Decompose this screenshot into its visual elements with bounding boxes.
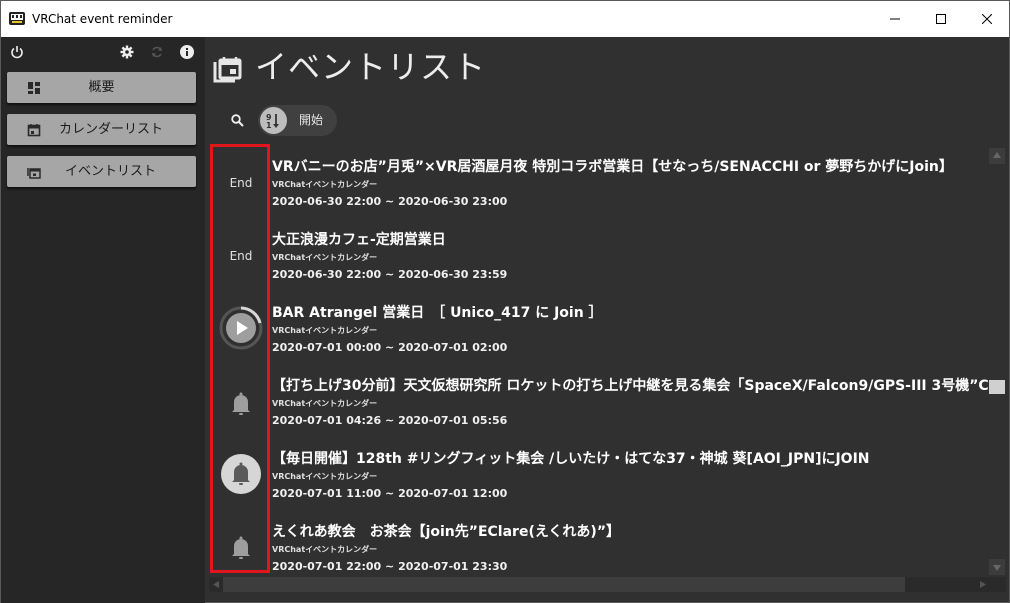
- arrow-left-icon[interactable]: [209, 577, 223, 592]
- event-list-icon: [213, 57, 242, 83]
- close-button[interactable]: [964, 1, 1010, 37]
- calendar-icon: [27, 124, 41, 137]
- list-item[interactable]: えくれあ教会 お茶会【join先”EClare(えくれあ)”】 VRChatイベ…: [210, 513, 990, 574]
- event-title: VRバニーのお店”月兎”×VR居酒屋月夜 特別コラボ営業日【せなっち/SENAC…: [272, 159, 953, 175]
- event-source: VRChatイベントカレンダー: [272, 399, 378, 408]
- event-time: 2020-07-01 11:00 ~ 2020-07-01 12:00: [272, 487, 508, 500]
- arrow-right-icon[interactable]: [976, 577, 990, 592]
- scroll-up-button[interactable]: [989, 148, 1005, 164]
- event-time: 2020-07-01 04:26 ~ 2020-07-01 05:56: [272, 414, 508, 427]
- event-title: 大正浪漫カフェ-定期営業日: [272, 232, 446, 248]
- horizontal-scrollbar[interactable]: [209, 577, 1006, 592]
- sync-icon[interactable]: [150, 45, 164, 59]
- event-title: 【毎日開催】128th #リングフィット集会 /しいたけ・はてな37・神城 葵[…: [272, 451, 870, 467]
- event-time: 2020-07-01 22:00 ~ 2020-07-01 23:30: [272, 560, 508, 573]
- window-title: VRChat event reminder: [32, 12, 173, 26]
- title-bar: VRChat event reminder: [1, 1, 1009, 37]
- maximize-button[interactable]: [918, 1, 964, 37]
- event-time: 2020-06-30 22:00 ~ 2020-06-30 23:59: [272, 268, 508, 281]
- event-source: VRChatイベントカレンダー: [272, 253, 378, 262]
- app-logo-icon: [9, 12, 25, 25]
- svg-text:1: 1: [266, 121, 272, 130]
- sidebar-item-label: 概要: [88, 80, 115, 95]
- sort-icon: 9 1: [266, 113, 279, 130]
- list-item[interactable]: BAR Atrangel 営業日 ［ Unico_417 に Join ］ VR…: [210, 294, 990, 367]
- sidebar-item-label: イベントリスト: [65, 164, 157, 179]
- power-icon[interactable]: [10, 45, 24, 59]
- event-source: VRChatイベントカレンダー: [272, 545, 378, 554]
- event-source: VRChatイベントカレンダー: [272, 180, 378, 189]
- event-title: BAR Atrangel 営業日 ［ Unico_417 に Join ］: [272, 305, 603, 321]
- text-overflow-indicator: [989, 380, 1005, 394]
- sort-chip[interactable]: 9 1 開始: [258, 105, 337, 136]
- event-source: VRChatイベントカレンダー: [272, 326, 378, 335]
- arrow-down-icon: [993, 565, 1001, 571]
- sidebar: 概要 カレンダーリスト イベントリスト: [1, 37, 205, 603]
- app-window: VRChat event reminder 概要 カレンダーリスト イベントリス…: [0, 0, 1010, 603]
- list-item[interactable]: End 大正浪漫カフェ-定期営業日 VRChatイベントカレンダー 2020-0…: [210, 221, 990, 294]
- event-time: 2020-06-30 22:00 ~ 2020-06-30 23:00: [272, 195, 508, 208]
- sidebar-item-label: カレンダーリスト: [59, 122, 164, 137]
- sidebar-item-calendar-list[interactable]: カレンダーリスト: [7, 114, 196, 145]
- gear-icon[interactable]: [120, 45, 134, 59]
- list-item[interactable]: End VRバニーのお店”月兎”×VR居酒屋月夜 特別コラボ営業日【せなっち/S…: [210, 148, 990, 221]
- event-time: 2020-07-01 00:00 ~ 2020-07-01 02:00: [272, 341, 508, 354]
- list-item[interactable]: 【毎日開催】128th #リングフィット集会 /しいたけ・はてな37・神城 葵[…: [210, 440, 990, 513]
- page-title: イベントリスト: [255, 48, 487, 86]
- event-source: VRChatイベントカレンダー: [272, 472, 378, 481]
- sort-label: 開始: [299, 113, 324, 127]
- sort-toggle[interactable]: 9 1: [260, 107, 287, 134]
- event-list-icon: [27, 168, 41, 179]
- minimize-button[interactable]: [872, 1, 918, 37]
- info-icon[interactable]: [180, 45, 194, 59]
- event-title: 【打ち上げ30分前】天文仮想研究所 ロケットの打ち上げ中継を見る集会「Space…: [272, 378, 990, 394]
- close-icon: [982, 14, 992, 24]
- status-column-highlight: [210, 144, 270, 573]
- event-title: えくれあ教会 お茶会【join先”EClare(えくれあ)”】: [272, 524, 621, 540]
- arrow-up-icon: [993, 152, 1001, 158]
- sidebar-item-overview[interactable]: 概要: [7, 72, 196, 103]
- event-list: End VRバニーのお店”月兎”×VR居酒屋月夜 特別コラボ営業日【せなっち/S…: [210, 148, 990, 574]
- sidebar-item-event-list[interactable]: イベントリスト: [7, 156, 196, 187]
- scroll-down-button[interactable]: [989, 559, 1005, 575]
- list-item[interactable]: 【打ち上げ30分前】天文仮想研究所 ロケットの打ち上げ中継を見る集会「Space…: [210, 367, 990, 440]
- minimize-icon: [890, 18, 900, 20]
- scrollbar-thumb[interactable]: [223, 577, 905, 592]
- search-icon[interactable]: [231, 114, 244, 127]
- maximize-icon: [936, 14, 946, 24]
